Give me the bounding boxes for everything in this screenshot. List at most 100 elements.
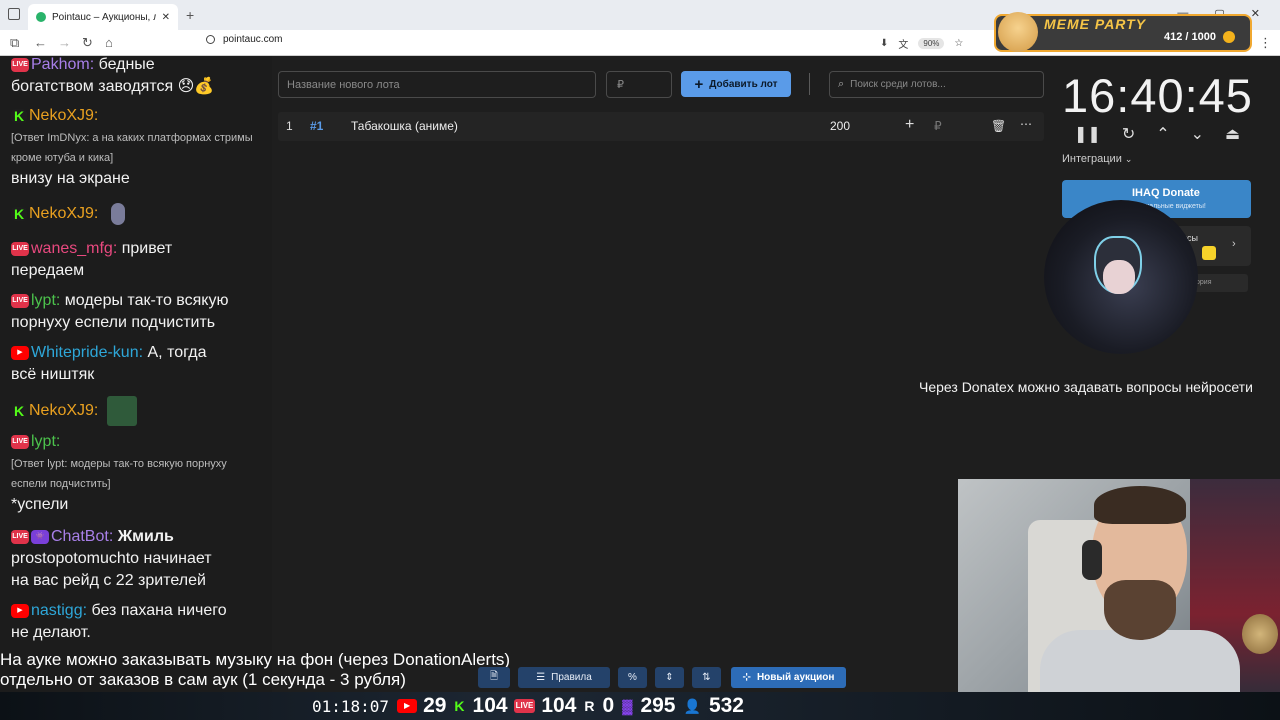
lot-row[interactable]: 1 #1 Табакошка (аниме) 200 + ₽ 🗑 ⋯ (278, 112, 1044, 141)
chevron-down-icon: ⌄ (1124, 154, 1133, 164)
webcam-globe (1242, 614, 1278, 654)
chat-reply-quote: кроме ютуба и кика] (11, 152, 114, 164)
vk-live-badge-icon: LIVE (11, 57, 29, 72)
translate-icon[interactable]: 文 (898, 36, 908, 51)
new-lot-amount-input[interactable] (606, 71, 672, 98)
vk-live-badge-icon: LIVE (11, 434, 29, 449)
auction-toolbar: 🗎 ☰ Правила % ⇕ ⇅ (478, 667, 721, 688)
favorite-star-icon[interactable]: ☆ (954, 38, 963, 49)
kick-badge-icon: K (11, 207, 27, 221)
add-lot-button[interactable]: + Добавить лот (681, 71, 791, 97)
save-icon[interactable]: 🗎 (478, 667, 510, 688)
lot-add-amount-icon[interactable]: + (905, 116, 914, 134)
chat-username: ChatBot: (51, 528, 114, 545)
browser-tab[interactable]: Pointauc – Аукционы, лотере ✕ (28, 4, 178, 30)
webcam-person-hair (1094, 486, 1186, 524)
chat-message: [Ответ ImDNyx: а на каких платформах стр… (11, 128, 253, 190)
forward-icon[interactable]: → (58, 35, 71, 50)
new-tab-button[interactable]: + (186, 7, 194, 23)
chat-text: всё ништяк (11, 366, 95, 383)
webcam-headphones (1082, 540, 1102, 580)
total-viewers: 532 (708, 694, 744, 717)
subtract-time-icon[interactable]: ⌄ (1191, 124, 1204, 144)
webcam-person-beard (1104, 580, 1176, 640)
site-favicon-icon (36, 12, 46, 22)
list-icon: ☰ (536, 672, 546, 683)
chat-message: ▶ Whitepride-kun: А, тогда всё ништяк (11, 342, 206, 386)
vk-viewers: 104 (541, 694, 577, 717)
tab-close-icon[interactable]: ✕ (162, 12, 170, 23)
tab-actions-icon[interactable] (8, 8, 20, 20)
chat-text: без пахана ничего (91, 602, 227, 619)
lot-amount: 200 (830, 119, 851, 133)
youtube-badge-icon: ▶ (11, 345, 29, 360)
reload-icon[interactable]: ↻ (82, 35, 93, 51)
meme-party-title: MEME PARTY (1044, 16, 1147, 32)
back-icon[interactable]: ← (34, 35, 47, 50)
new-auction-button[interactable]: ⊹ Новый аукцион (731, 667, 846, 688)
vk-live-badge-icon: LIVE (11, 293, 29, 308)
chat-username: nastigg: (31, 602, 88, 619)
split-icon[interactable]: ⇕ (655, 667, 684, 688)
total-viewers-icon: 👤 (683, 697, 701, 714)
url-field[interactable]: pointauc.com (206, 34, 282, 45)
collapse-icon[interactable]: ⏏ (1225, 124, 1240, 144)
add-time-icon[interactable]: ⌃ (1156, 124, 1169, 144)
reset-timer-icon[interactable]: ↻ (1122, 124, 1135, 144)
home-icon[interactable]: ⌂ (105, 35, 113, 50)
url-text: pointauc.com (223, 34, 283, 45)
music-tip: На ауке можно заказывать музыку на фон (… (0, 650, 510, 690)
zoom-indicator[interactable]: 90% (918, 38, 945, 49)
lot-id: #1 (310, 119, 324, 133)
kick-icon: K (454, 698, 465, 714)
lot-search[interactable]: ⌕ (829, 71, 1044, 98)
stream-chat: LIVE Pakhom: бедные богатством заводятся … (0, 56, 272, 696)
chat-message: LIVE lypt: модеры так-то всякую порнуху е… (11, 290, 228, 334)
download-icon[interactable]: ⬇ (880, 38, 888, 49)
donatex-hint: Через Donatex можно задавать вопросы ней… (919, 379, 1253, 395)
kick-viewers: 104 (472, 694, 508, 717)
chat-reply-quote: [Ответ ImDNyx: а на каких платформах стр… (11, 132, 253, 144)
chat-text: на вас рейд с 22 зрителей (11, 572, 206, 589)
pause-icon[interactable]: ❚❚ (1074, 124, 1101, 144)
chat-message: ▶ nastigg: без пахана ничего не делают. (11, 600, 227, 644)
chat-text: *успели (11, 496, 69, 513)
lot-more-icon[interactable]: ⋯ (1020, 117, 1032, 131)
close-window-button[interactable]: ✕ (1251, 7, 1260, 20)
emote-icon (110, 203, 125, 225)
sort-icon[interactable]: ⇅ (692, 667, 721, 688)
music-tip-line: отдельно от заказов в сам аук (1 секунда… (0, 670, 406, 689)
lot-currency: ₽ (934, 119, 942, 133)
chat-reply-quote: [Ответ lypt: модеры так-то всякую порнух… (11, 458, 227, 470)
lot-name: Табакошка (аниме) (351, 119, 458, 133)
avatar-face (1103, 260, 1135, 294)
chat-text: порнуху еспели подчистить (11, 314, 216, 331)
integrations-toggle[interactable]: Интеграции ⌄ (1062, 153, 1132, 165)
new-lot-name-input[interactable] (278, 71, 596, 98)
rules-button[interactable]: ☰ Правила (518, 667, 610, 688)
doge-icon (998, 12, 1038, 52)
site-info-icon[interactable] (206, 35, 215, 44)
chat-text: привет (121, 240, 173, 257)
timer-controls: ❚❚ ↻ ⌃ ⌄ ⏏ (1074, 124, 1240, 144)
music-tip-line: На ауке можно заказывать музыку на фон (… (0, 650, 511, 669)
chevron-right-icon[interactable]: › (1232, 238, 1236, 250)
address-bar-actions: ⬇ 文 90% ☆ (880, 36, 963, 51)
lot-index: 1 (286, 119, 293, 133)
chat-text: модеры так-то всякую (64, 292, 229, 309)
lot-search-input[interactable] (850, 79, 1031, 90)
delete-lot-icon[interactable]: 🗑 (991, 119, 1006, 133)
chat-username: wanes_mfg: (31, 240, 118, 257)
percent-icon[interactable]: % (618, 667, 647, 688)
kick-badge-icon: K (11, 108, 27, 123)
chat-username: NekoXJ9: (29, 205, 99, 223)
browser-menu-icon[interactable]: ⋮ (1259, 35, 1272, 51)
youtube-viewers: 29 (423, 694, 447, 717)
chat-reply-quote: еспели подчистить] (11, 478, 111, 490)
coin-icon (1223, 31, 1235, 43)
stream-stats: 01:18:07 ▶ 29 K 104 LIVE 104 R 0 ▓ 295 👤… (312, 694, 744, 718)
chat-message: LIVE Pakhom: бедные богатством заводятся … (11, 54, 214, 98)
collections-icon[interactable]: ⧉ (10, 35, 19, 51)
chat-text: богатством заводятся 😞💰 (11, 78, 215, 95)
new-auction-label: Новый аукцион (756, 672, 835, 683)
